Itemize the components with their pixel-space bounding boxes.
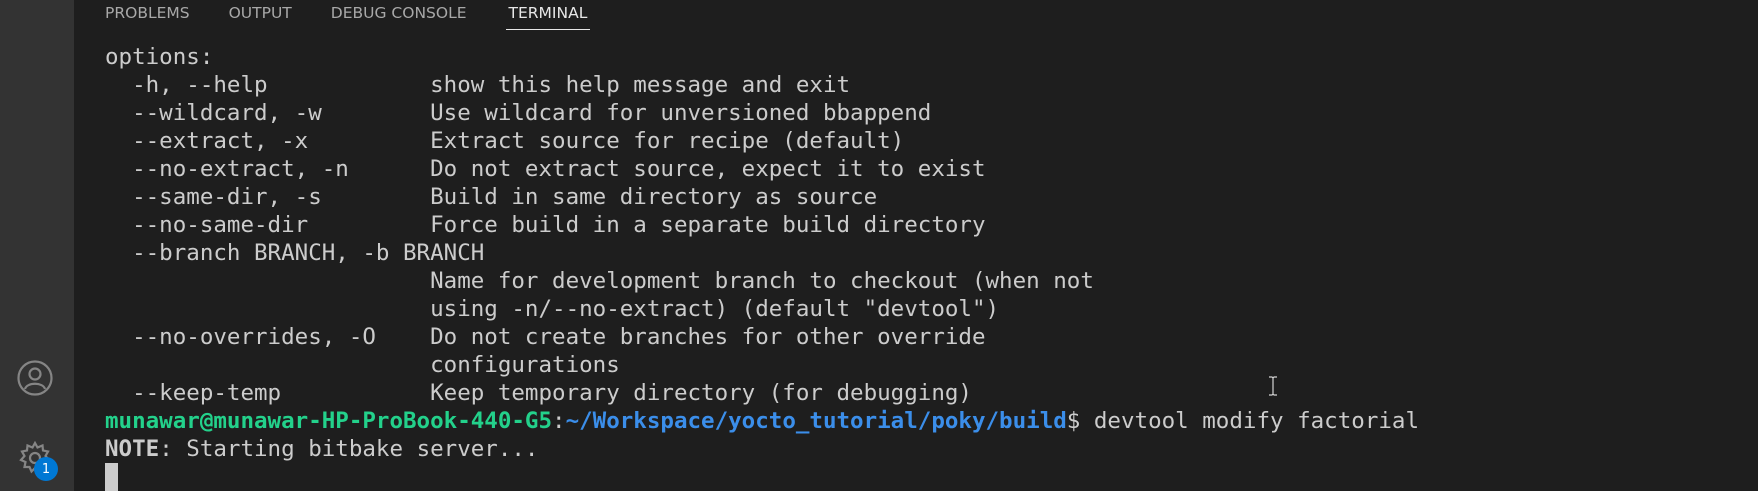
terminal-cursor-line (105, 463, 1419, 491)
terminal-line: Name for development branch to checkout … (105, 268, 1094, 294)
terminal-line: --branch BRANCH, -b BRANCH (105, 240, 485, 266)
terminal-note-line: NOTE: Starting bitbake server... (105, 435, 1419, 463)
terminal-cursor (105, 463, 118, 491)
bottom-panel: PROBLEMS OUTPUT DEBUG CONSOLE TERMINAL o… (74, 0, 1758, 491)
tab-problems[interactable]: PROBLEMS (105, 0, 190, 30)
tab-terminal[interactable]: TERMINAL (505, 0, 591, 30)
terminal-line: --extract, -x Extract source for recipe … (105, 128, 905, 154)
panel-tab-bar: PROBLEMS OUTPUT DEBUG CONSOLE TERMINAL (74, 0, 1758, 34)
terminal-line: --same-dir, -s Build in same directory a… (105, 184, 878, 210)
terminal-line: --no-same-dir Force build in a separate … (105, 212, 986, 238)
terminal-line: configurations (105, 352, 620, 378)
account-icon[interactable] (13, 356, 57, 400)
text-cursor-icon (1269, 376, 1277, 396)
terminal-line: --no-overrides, -O Do not create branche… (105, 324, 986, 350)
prompt-dollar: $ (1066, 408, 1081, 434)
terminal-line: --keep-temp Keep temporary directory (fo… (105, 380, 972, 406)
terminal-line: --no-extract, -n Do not extract source, … (105, 156, 986, 182)
terminal-output[interactable]: options: -h, --help show this help messa… (105, 43, 1419, 491)
note-message: : Starting bitbake server... (159, 436, 539, 462)
note-label: NOTE (105, 436, 160, 462)
terminal-line: -h, --help show this help message and ex… (105, 72, 851, 98)
vscode-window: 1 PROBLEMS OUTPUT DEBUG CONSOLE TERMINAL… (0, 0, 1758, 491)
prompt-user-host: munawar@munawar-HP-ProBook-440-G5 (105, 408, 553, 434)
terminal-line: --wildcard, -w Use wildcard for unversio… (105, 100, 932, 126)
terminal-line: options: (105, 44, 214, 70)
prompt-path: ~/Workspace/yocto_tutorial/poky/build (565, 408, 1067, 434)
terminal-prompt-line: munawar@munawar-HP-ProBook-440-G5:~/Work… (105, 407, 1419, 435)
prompt-command: devtool modify factorial (1080, 408, 1419, 434)
activity-bar: 1 (0, 0, 74, 491)
terminal-line: using -n/--no-extract) (default "devtool… (105, 296, 1000, 322)
settings-badge: 1 (34, 457, 58, 481)
prompt-colon: : (552, 408, 566, 434)
tab-output[interactable]: OUTPUT (229, 0, 292, 30)
tab-debug-console[interactable]: DEBUG CONSOLE (331, 0, 467, 30)
